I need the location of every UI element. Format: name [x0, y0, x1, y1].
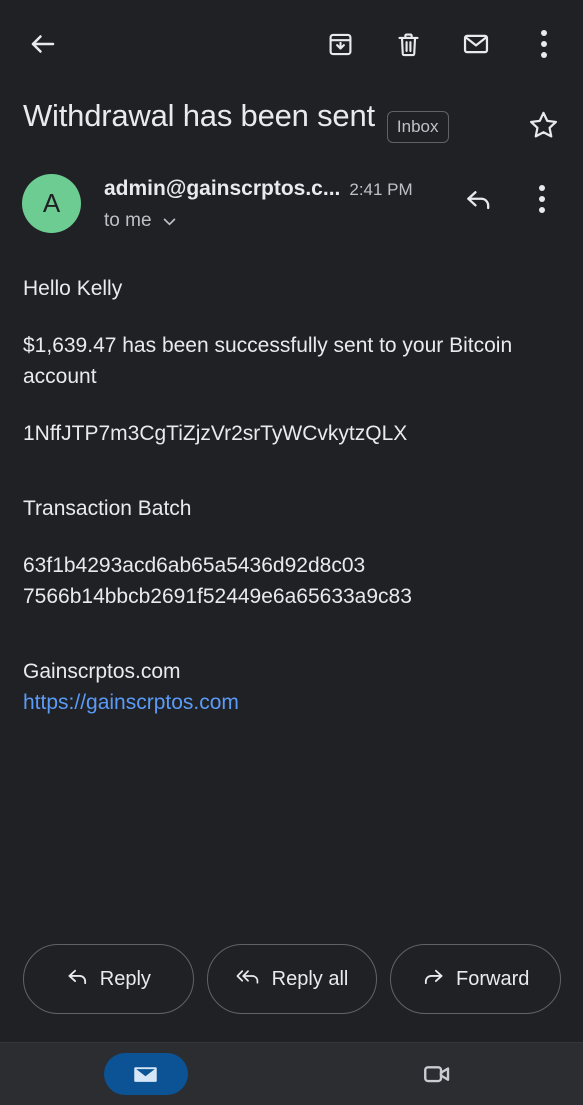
reply-action-bar: Reply Reply all Forward	[0, 944, 583, 1042]
body-greeting: Hello Kelly	[23, 277, 123, 300]
sender-actions	[457, 172, 563, 220]
subject-row: Withdrawal has been sent Inbox	[0, 88, 583, 143]
sender-line-primary: admin@gainscrptos.c... 2:41 PM	[104, 177, 413, 201]
site-url-link[interactable]: https://gainscrptos.com	[23, 687, 239, 718]
reply-button-label: Reply	[99, 967, 151, 990]
reply-all-button-label: Reply all	[271, 967, 349, 990]
star-icon[interactable]	[521, 102, 565, 146]
more-options-icon[interactable]	[523, 23, 565, 65]
bottom-navigation-bar	[0, 1042, 583, 1105]
overflow-dots	[541, 30, 547, 58]
back-button[interactable]	[22, 23, 64, 65]
avatar[interactable]: A	[22, 174, 81, 233]
body-amount-sentence: $1,639.47 has been successfully sent to …	[23, 334, 513, 388]
archive-icon[interactable]	[319, 23, 361, 65]
email-detail-screen: Withdrawal has been sent Inbox A admin@ga…	[0, 0, 583, 1105]
nav-item-meet[interactable]	[292, 1059, 583, 1089]
forward-button[interactable]: Forward	[390, 944, 562, 1014]
body-spacer-2	[23, 638, 561, 656]
forward-button-label: Forward	[456, 967, 530, 990]
reply-icon[interactable]	[457, 178, 499, 220]
reply-arrow-icon	[66, 965, 89, 994]
forward-arrow-icon	[422, 965, 445, 994]
nav-item-mail[interactable]	[0, 1053, 292, 1095]
transaction-batch-heading: Transaction Batch	[23, 497, 192, 520]
mark-unread-icon[interactable]	[455, 23, 497, 65]
reply-all-arrow-icon	[236, 965, 261, 994]
app-bar-actions	[319, 23, 565, 65]
reply-all-button[interactable]: Reply all	[206, 944, 378, 1014]
page-title: Withdrawal has been sent	[23, 98, 375, 133]
subject-group: Withdrawal has been sent Inbox	[23, 96, 449, 143]
sender-row: A admin@gainscrptos.c... 2:41 PM to me	[0, 140, 583, 233]
message-more-options-icon[interactable]	[521, 178, 563, 220]
transaction-hash-line-1: 63f1b4293acd6ab65a5436d92d8c03	[23, 554, 366, 577]
app-bar	[0, 0, 583, 88]
overflow-dots	[539, 185, 545, 213]
recipient-label: to me	[104, 210, 152, 231]
email-timestamp: 2:41 PM	[349, 180, 413, 199]
recipient-row[interactable]: to me	[104, 210, 413, 232]
email-body: Hello Kelly $1,639.47 has been successfu…	[0, 233, 583, 944]
reply-button[interactable]: Reply	[23, 944, 194, 1014]
site-name: Gainscrptos.com	[23, 660, 181, 683]
sender-address[interactable]: admin@gainscrptos.c...	[104, 177, 340, 201]
transaction-hash-line-2: 7566b14bbcb2691f52449e6a65633a9c83	[23, 585, 412, 608]
chevron-down-icon	[161, 213, 178, 230]
app-bar-left	[22, 23, 64, 65]
label-chip-inbox[interactable]: Inbox	[386, 111, 449, 143]
video-camera-icon	[422, 1059, 452, 1089]
delete-icon[interactable]	[387, 23, 429, 65]
bitcoin-address[interactable]: 1NffJTP7m3CgTiZjzVr2srTyWCvkytzQLX	[23, 418, 561, 449]
mail-icon	[103, 1053, 188, 1095]
sender-details: admin@gainscrptos.c... 2:41 PM to me	[104, 172, 413, 232]
